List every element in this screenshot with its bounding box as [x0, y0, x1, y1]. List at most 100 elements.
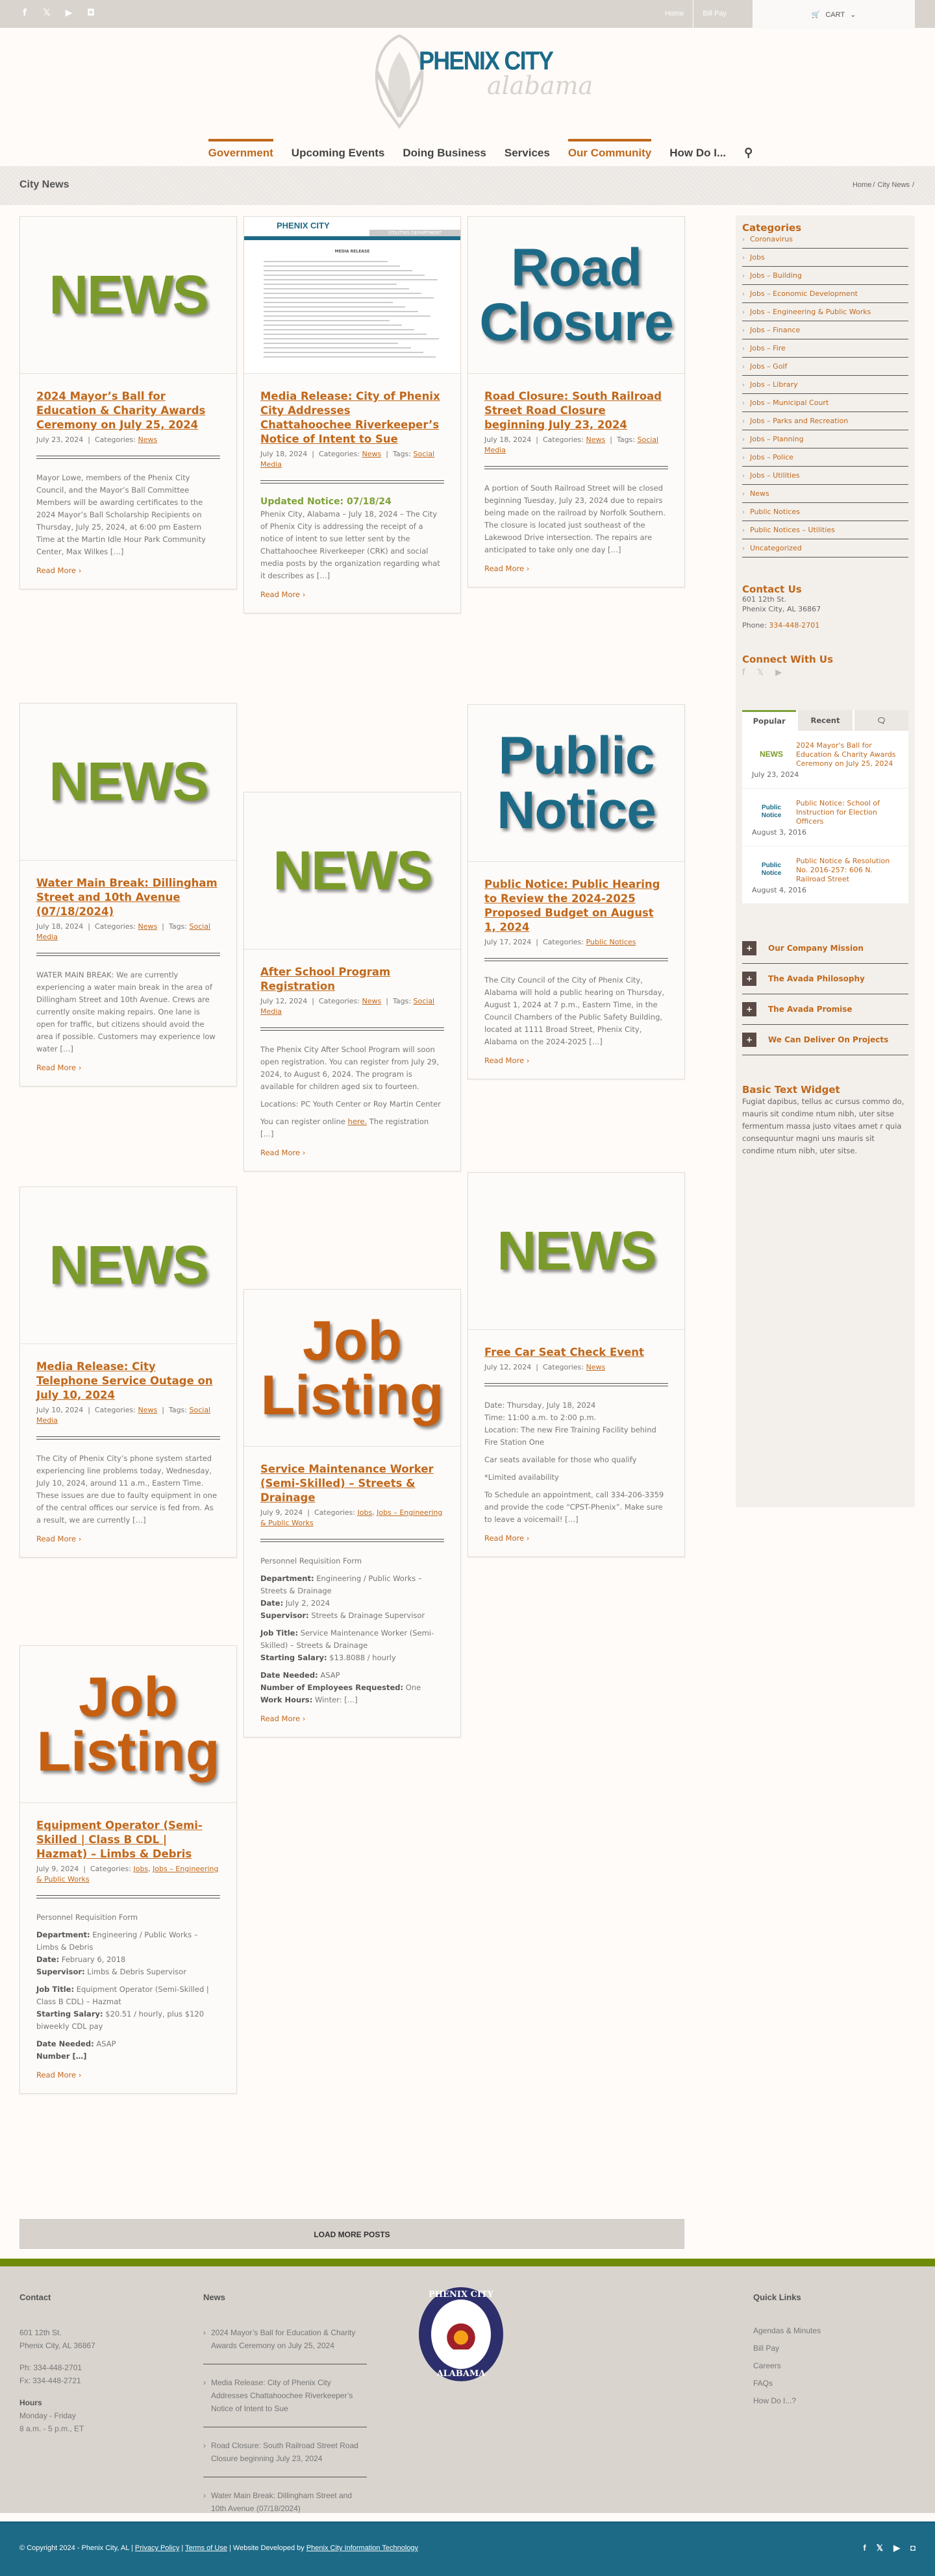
accordion-item[interactable]: + Our Company Mission	[742, 933, 908, 964]
popular-post-link[interactable]: Public Notice: School of Instruction for…	[796, 799, 902, 826]
tab-recent[interactable]: Recent	[798, 710, 853, 731]
category-link[interactable]: News	[138, 922, 157, 931]
post-title-link[interactable]: Free Car Seat Check Event	[484, 1346, 644, 1358]
category-link[interactable]: News	[362, 997, 381, 1005]
job-listing-image[interactable]: Job Listing	[261, 1313, 444, 1423]
nav-item-government[interactable]: Government	[208, 139, 273, 160]
facebook-icon[interactable]: f	[742, 668, 745, 678]
category-item[interactable]: › Jobs – Municipal Court	[742, 394, 908, 412]
category-item[interactable]: › Jobs – Fire	[742, 339, 908, 358]
developer-link[interactable]: Phenix City Information Technology	[306, 2544, 418, 2552]
category-item[interactable]: › News	[742, 485, 908, 503]
news-image[interactable]: NEWS	[49, 264, 209, 326]
accordion-item[interactable]: + We Can Deliver On Projects	[742, 1025, 908, 1055]
quick-link[interactable]: How Do I...?	[753, 2396, 821, 2405]
read-more-link[interactable]: Read More ›	[484, 1056, 529, 1065]
read-more-link[interactable]: Read More ›	[36, 2070, 81, 2079]
popular-post-link[interactable]: Public Notice & Resolution No. 2016-257:…	[796, 857, 902, 884]
category-item[interactable]: › Jobs – Library	[742, 376, 908, 394]
read-more-link[interactable]: Read More ›	[484, 564, 529, 573]
post-title-link[interactable]: Public Notice: Public Hearing to Review …	[484, 878, 660, 933]
read-more-link[interactable]: Read More ›	[260, 1714, 305, 1723]
phone-link[interactable]: 334-448-2701	[769, 621, 819, 630]
youtube-icon[interactable]: ▶	[64, 8, 74, 18]
public-notice-thumbnail[interactable]: Public Notice	[752, 857, 791, 883]
category-item[interactable]: › Jobs	[742, 249, 908, 267]
category-item[interactable]: › Jobs – Economic Development	[742, 285, 908, 303]
quick-link[interactable]: Careers	[753, 2361, 821, 2370]
tab-popular[interactable]: Popular	[742, 710, 797, 731]
x-icon[interactable]: 𝕏	[42, 8, 52, 18]
read-more-link[interactable]: Read More ›	[484, 1534, 529, 1543]
category-item[interactable]: › Jobs – Planning	[742, 430, 908, 448]
category-item[interactable]: › Jobs – Golf	[742, 358, 908, 376]
public-notice-image[interactable]: Public Notice	[497, 728, 656, 838]
job-listing-image[interactable]: Job Listing	[37, 1669, 220, 1780]
quick-link[interactable]: Agendas & Minutes	[753, 2326, 821, 2335]
category-link[interactable]: News	[362, 450, 381, 458]
footer-news-item[interactable]: Road Closure: South Railroad Street Road…	[203, 2439, 367, 2477]
category-item[interactable]: › Jobs – Utilities	[742, 467, 908, 485]
x-icon[interactable]: 𝕏	[757, 668, 764, 678]
top-link-home[interactable]: Home	[656, 0, 693, 28]
search-icon[interactable]: ⚲	[744, 138, 753, 160]
read-more-link[interactable]: Read More ›	[36, 1534, 81, 1543]
category-link[interactable]: News	[586, 435, 605, 444]
category-link[interactable]: Jobs	[357, 1508, 372, 1517]
road-closure-image[interactable]: Road Closure	[479, 240, 673, 350]
x-icon[interactable]: 𝕏	[877, 2543, 883, 2553]
category-link[interactable]: News	[138, 435, 157, 444]
footer-news-item[interactable]: Media Release: City of Phenix City Addre…	[203, 2376, 367, 2427]
post-title-link[interactable]: Water Main Break: Dillingham Street and …	[36, 877, 218, 918]
post-title-link[interactable]: Road Closure: South Railroad Street Road…	[484, 390, 662, 431]
public-notice-thumbnail[interactable]: Public Notice	[752, 799, 791, 825]
category-item[interactable]: › Uncategorized	[742, 539, 908, 558]
load-more-button[interactable]: LOAD MORE POSTS	[19, 2219, 684, 2249]
post-title-link[interactable]: Media Release: City of Phenix City Addre…	[260, 390, 440, 445]
read-more-link[interactable]: Read More ›	[260, 590, 305, 599]
news-image[interactable]: NEWS	[49, 1234, 209, 1297]
nav-item-doing-business[interactable]: Doing Business	[403, 139, 486, 160]
nav-item-our-community[interactable]: Our Community	[567, 139, 652, 160]
read-more-link[interactable]: Read More ›	[36, 1063, 81, 1072]
category-item[interactable]: › Jobs – Police	[742, 448, 908, 467]
quick-link[interactable]: FAQs	[753, 2379, 821, 2388]
read-more-link[interactable]: Read More ›	[260, 1148, 305, 1157]
quick-link[interactable]: Bill Pay	[753, 2344, 821, 2353]
facebook-icon[interactable]: f	[863, 2543, 866, 2553]
footer-news-item[interactable]: 2024 Mayor’s Ball for Education & Charit…	[203, 2326, 367, 2364]
category-item[interactable]: › Coronavirus	[742, 234, 908, 249]
category-item[interactable]: › Public Notices	[742, 503, 908, 521]
site-logo[interactable]: PHENIX CITY alabama	[351, 32, 593, 130]
category-item[interactable]: › Jobs – Parks and Recreation	[742, 412, 908, 430]
nav-item-upcoming-events[interactable]: Upcoming Events	[292, 139, 385, 160]
accordion-item[interactable]: + The Avada Promise	[742, 994, 908, 1025]
category-item[interactable]: › Public Notices – Utilities	[742, 521, 908, 539]
post-title-link[interactable]: 2024 Mayor’s Ball for Education & Charit…	[36, 390, 205, 431]
top-link-bill-pay[interactable]: Bill Pay	[693, 0, 736, 28]
breadcrumb-home[interactable]: Home	[853, 181, 871, 189]
post-title-link[interactable]: Media Release: City Telephone Service Ou…	[36, 1360, 213, 1401]
register-link[interactable]: here.	[348, 1117, 368, 1126]
news-image[interactable]: NEWS	[497, 1220, 657, 1282]
nav-item-services[interactable]: Services	[505, 139, 550, 160]
terms-of-use-link[interactable]: Terms of Use	[185, 2544, 227, 2552]
privacy-policy-link[interactable]: Privacy Policy	[135, 2544, 179, 2552]
podcast-icon[interactable]: ◘	[910, 2543, 916, 2553]
facebook-icon[interactable]: f	[19, 8, 30, 18]
category-link[interactable]: Jobs	[133, 1865, 148, 1873]
cart-button[interactable]: 🛒 CART ⌄	[753, 0, 915, 29]
news-thumbnail[interactable]: NEWS	[752, 741, 791, 767]
category-item[interactable]: › Jobs – Engineering & Public Works	[742, 303, 908, 321]
category-item[interactable]: › Jobs – Finance	[742, 321, 908, 339]
accordion-item[interactable]: + The Avada Philosophy	[742, 964, 908, 994]
youtube-icon[interactable]: ▶	[893, 2543, 900, 2553]
tab-comments[interactable]: 🗨	[854, 710, 908, 731]
post-title-link[interactable]: Service Maintenance Worker (Semi-Skilled…	[260, 1463, 434, 1504]
news-image[interactable]: NEWS	[49, 750, 209, 813]
read-more-link[interactable]: Read More ›	[36, 566, 81, 575]
nav-item-how-do-i[interactable]: How Do I...	[669, 139, 726, 160]
category-item[interactable]: › Jobs – Building	[742, 267, 908, 285]
popular-post-link[interactable]: 2024 Mayor's Ball for Education & Charit…	[796, 741, 902, 768]
media-release-image[interactable]: PHENIX CITY UTILITIES DEPARTMENT MEDIA REL…	[244, 217, 460, 373]
